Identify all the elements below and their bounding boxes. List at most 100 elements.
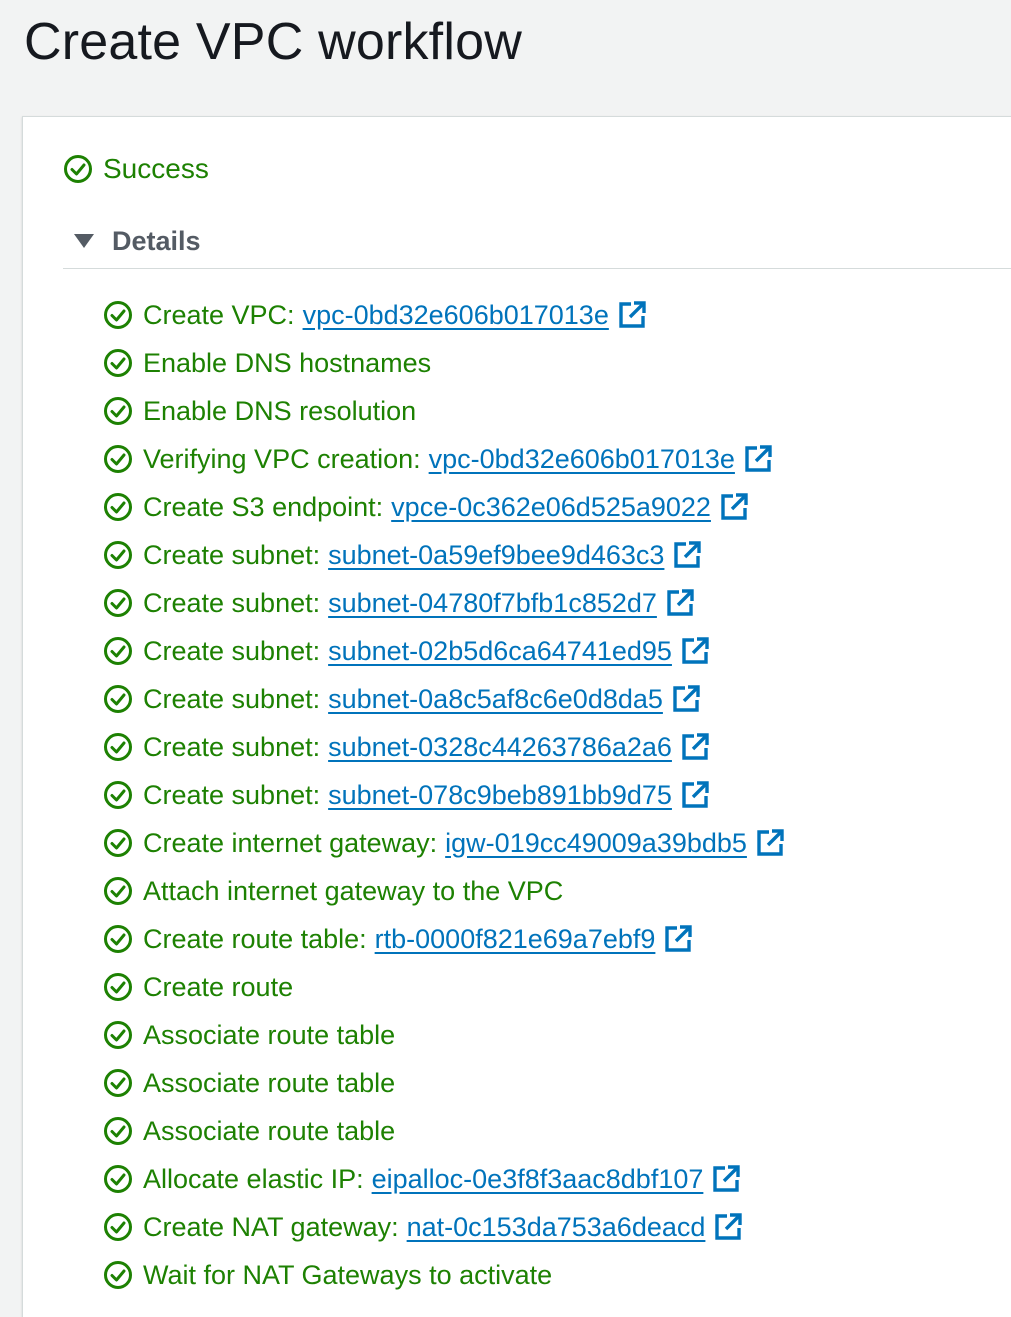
workflow-step: Create subnet: subnet-0a8c5af8c6e0d8da5 [103, 675, 791, 723]
resource-link[interactable]: igw-019cc49009a39bdb5 [445, 828, 791, 859]
check-circle-icon [63, 154, 93, 184]
external-link-icon [680, 732, 710, 762]
step-label: Create VPC: [143, 299, 295, 330]
workflow-step: Wait for NAT Gateways to activate [103, 1251, 791, 1299]
check-circle-icon [103, 636, 133, 666]
step-label: Allocate elastic IP: [143, 1163, 364, 1194]
check-circle-icon [103, 540, 133, 570]
workflow-step: Enable DNS hostnames [103, 339, 791, 387]
workflow-step: Associate route table [103, 1059, 791, 1107]
resource-id: nat-0c153da753a6deacd [406, 1211, 706, 1242]
check-circle-icon [103, 492, 133, 522]
resource-id: subnet-02b5d6ca64741ed95 [328, 635, 672, 666]
workflow-step: Create NAT gateway: nat-0c153da753a6deac… [103, 1203, 791, 1251]
check-circle-icon [103, 348, 133, 378]
step-label: Create subnet: [143, 539, 321, 570]
check-circle-icon [103, 1164, 133, 1194]
step-label: Create subnet: [143, 731, 321, 762]
step-label: Enable DNS hostnames [143, 347, 432, 378]
check-circle-icon [103, 300, 133, 330]
workflow-step: Enable DNS resolution [103, 387, 791, 435]
workflow-step: Verifying VPC creation: vpc-0bd32e606b01… [103, 435, 791, 483]
page-title: Create VPC workflow [24, 13, 522, 71]
check-circle-icon [103, 396, 133, 426]
step-label: Create route [143, 971, 294, 1002]
check-circle-icon [103, 1212, 133, 1242]
caret-down-icon [74, 234, 94, 248]
workflow-panel: Success Details Create VPC: vpc-0bd32e60… [22, 116, 1011, 1317]
step-label: Create subnet: [143, 587, 321, 618]
resource-link[interactable]: rtb-0000f821e69a7ebf9 [375, 924, 700, 955]
step-label: Create subnet: [143, 683, 321, 714]
step-label: Create NAT gateway: [143, 1211, 399, 1242]
workflow-step: Allocate elastic IP: eipalloc-0e3f8f3aac… [103, 1155, 791, 1203]
details-label: Details [112, 226, 201, 256]
step-list: Create VPC: vpc-0bd32e606b017013e Enable… [103, 291, 791, 1299]
resource-link[interactable]: vpce-0c362e06d525a9022 [391, 492, 755, 523]
step-label: Create internet gateway: [143, 827, 438, 858]
external-link-icon [672, 540, 702, 570]
resource-link[interactable]: subnet-078c9beb891bb9d75 [328, 780, 716, 811]
check-circle-icon [103, 1260, 133, 1290]
step-label: Wait for NAT Gateways to activate [143, 1259, 553, 1290]
step-label: Create S3 endpoint: [143, 491, 384, 522]
external-link-icon [680, 636, 710, 666]
external-link-icon [663, 924, 693, 954]
workflow-step: Create subnet: subnet-0328c44263786a2a6 [103, 723, 791, 771]
resource-link[interactable]: nat-0c153da753a6deacd [407, 1212, 750, 1243]
workflow-step: Associate route table [103, 1011, 791, 1059]
step-label: Enable DNS resolution [143, 395, 417, 426]
check-circle-icon [103, 780, 133, 810]
workflow-step: Create VPC: vpc-0bd32e606b017013e [103, 291, 791, 339]
resource-id: subnet-0328c44263786a2a6 [328, 731, 672, 762]
workflow-step: Create subnet: subnet-02b5d6ca64741ed95 [103, 627, 791, 675]
resource-link[interactable]: eipalloc-0e3f8f3aac8dbf107 [372, 1164, 748, 1195]
workflow-step: Create subnet: subnet-04780f7bfb1c852d7 [103, 579, 791, 627]
check-circle-icon [103, 444, 133, 474]
resource-id: subnet-078c9beb891bb9d75 [328, 779, 672, 810]
step-label: Verifying VPC creation: [143, 443, 421, 474]
external-link-icon [711, 1164, 741, 1194]
check-circle-icon [103, 1116, 133, 1146]
check-circle-icon [103, 684, 133, 714]
resource-id: igw-019cc49009a39bdb5 [445, 827, 747, 858]
resource-link[interactable]: subnet-02b5d6ca64741ed95 [328, 636, 716, 667]
resource-id: vpc-0bd32e606b017013e [428, 443, 735, 474]
external-link-icon [671, 684, 701, 714]
resource-link[interactable]: subnet-0a59ef9bee9d463c3 [328, 540, 708, 571]
external-link-icon [680, 780, 710, 810]
external-link-icon [743, 444, 773, 474]
resource-link[interactable]: subnet-0a8c5af8c6e0d8da5 [328, 684, 707, 715]
status-indicator: Success [63, 153, 209, 185]
step-label: Create subnet: [143, 779, 321, 810]
workflow-step: Create route table: rtb-0000f821e69a7ebf… [103, 915, 791, 963]
check-circle-icon [103, 1020, 133, 1050]
resource-link[interactable]: subnet-04780f7bfb1c852d7 [328, 588, 701, 619]
external-link-icon [665, 588, 695, 618]
workflow-step: Create subnet: subnet-078c9beb891bb9d75 [103, 771, 791, 819]
resource-id: rtb-0000f821e69a7ebf9 [374, 923, 656, 954]
resource-link[interactable]: subnet-0328c44263786a2a6 [328, 732, 716, 763]
details-toggle[interactable]: Details [71, 225, 1011, 257]
external-link-icon [755, 828, 785, 858]
resource-link[interactable]: vpc-0bd32e606b017013e [303, 300, 653, 331]
resource-id: vpce-0c362e06d525a9022 [391, 491, 711, 522]
workflow-step: Create subnet: subnet-0a59ef9bee9d463c3 [103, 531, 791, 579]
external-link-icon [713, 1212, 743, 1242]
step-label: Create route table: [143, 923, 367, 954]
step-label: Associate route table [143, 1067, 396, 1098]
check-circle-icon [103, 924, 133, 954]
workflow-step: Create route [103, 963, 791, 1011]
step-label: Create subnet: [143, 635, 321, 666]
step-label: Attach internet gateway to the VPC [143, 875, 564, 906]
resource-id: vpc-0bd32e606b017013e [302, 299, 609, 330]
check-circle-icon [103, 876, 133, 906]
resource-id: eipalloc-0e3f8f3aac8dbf107 [371, 1163, 704, 1194]
check-circle-icon [103, 1068, 133, 1098]
external-link-icon [719, 492, 749, 522]
check-circle-icon [103, 732, 133, 762]
check-circle-icon [103, 588, 133, 618]
resource-link[interactable]: vpc-0bd32e606b017013e [429, 444, 779, 475]
check-circle-icon [103, 828, 133, 858]
resource-id: subnet-0a59ef9bee9d463c3 [328, 539, 665, 570]
